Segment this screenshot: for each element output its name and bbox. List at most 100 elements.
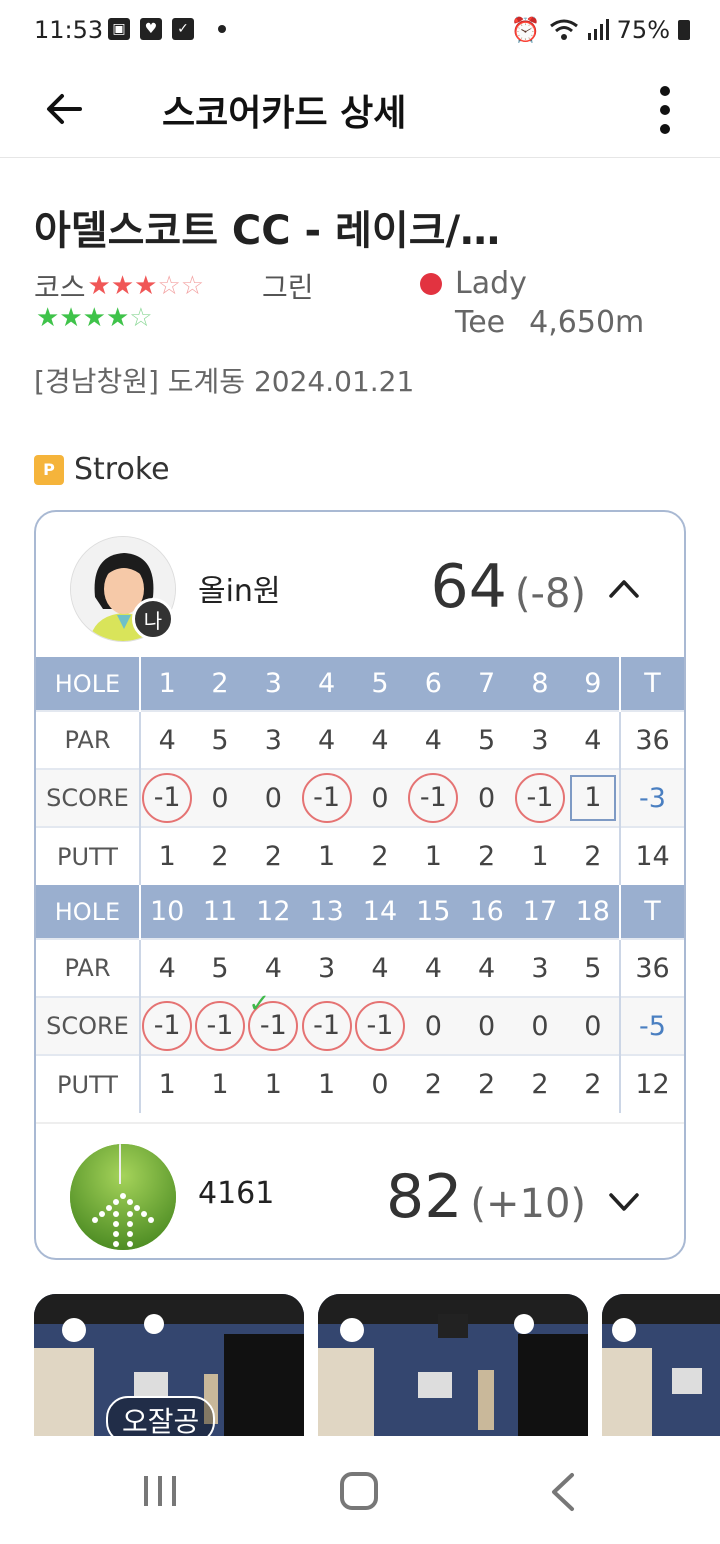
cell-putt: 2 — [193, 826, 247, 885]
cell-par: 4 — [140, 938, 194, 997]
cell-score: 0 — [566, 996, 620, 1055]
total-putt: 12 — [619, 1054, 684, 1113]
cell-score: 0 — [459, 996, 514, 1055]
scorecard-card: 나 올in원 64 (-8) HOLE 1 2 3 4 5 6 7 8 9 T PAR 4 5 3 4 4 4 5 3 4… — [34, 510, 686, 1260]
cell-putt: 0 — [353, 1054, 407, 1113]
cell-score: 0 — [353, 768, 407, 827]
cell-par: 4 — [406, 710, 460, 769]
score-value: -1 — [366, 1010, 394, 1041]
course-rating: 코스 ★ ★ ★ ☆ ☆ — [34, 266, 204, 306]
scorecard-row-hole: HOLE 1 2 3 4 5 6 7 8 9 T — [36, 657, 684, 711]
cell-par: 3 — [513, 938, 567, 997]
cell-score: -1 — [299, 996, 354, 1055]
row-label-score: SCORE — [36, 996, 141, 1055]
total-score: -3 — [619, 768, 684, 827]
cell-hole: 15 — [406, 885, 460, 939]
scorecard-row-score: SCORE -1 -1 -1 ✓ -1 -1 0 0 0 0 -5 — [36, 991, 684, 1055]
par-marker: 0 — [478, 1011, 495, 1042]
chevron-up-icon[interactable] — [608, 576, 640, 600]
cell-par: 5 — [566, 938, 620, 997]
total-par: 36 — [619, 710, 684, 769]
cell-score: 0 — [459, 768, 514, 827]
cell-score: -1 — [353, 996, 407, 1055]
recent-apps-icon[interactable] — [142, 1474, 178, 1508]
score-value: -1 — [206, 1010, 234, 1041]
cell-hole: 14 — [353, 885, 407, 939]
score-value: 0 — [478, 1010, 496, 1042]
row-label-putt: PUTT — [36, 826, 141, 885]
score-value: -1 — [153, 782, 181, 813]
golf-green-image — [70, 1144, 176, 1250]
row-label-par: PAR — [36, 710, 141, 769]
course-stars: ★ ★ ★ ☆ ☆ — [88, 271, 205, 301]
course-rating-label: 코스 — [34, 271, 86, 304]
cell-hole: 1 — [140, 657, 194, 711]
cell-score: 0 — [246, 768, 300, 827]
birdie-marker: -1 — [142, 1001, 193, 1051]
score-value: 0 — [371, 782, 389, 814]
tee-length: 4,650m — [529, 305, 645, 340]
status-right: ⏰ 75% — [511, 16, 690, 44]
cell-score: -1 — [406, 768, 460, 827]
cell-par: 3 — [246, 710, 300, 769]
birdie-marker: -1 — [194, 1001, 245, 1051]
cell-putt: 2 — [566, 826, 620, 885]
location-date: [경남창원] 도계동 2024.01.21 — [34, 365, 415, 398]
par-marker: 0 — [265, 783, 282, 814]
player-row-1[interactable]: 나 올in원 64 (-8) — [36, 512, 684, 658]
cell-putt: 1 — [246, 1054, 300, 1113]
birdie-marker: -1 — [514, 773, 565, 823]
photo-thumbnail[interactable]: 오잘공 — [34, 1294, 304, 1436]
birdie-marker: -1 — [142, 773, 193, 823]
heart-icon: ♥ — [140, 18, 162, 40]
status-bar: 11:53 ▣ ♥ ✓ ⏰ 75% — [0, 0, 720, 62]
total-score: -5 — [619, 996, 684, 1055]
cell-putt: 2 — [566, 1054, 620, 1113]
gallery-icon: ▣ — [108, 18, 130, 40]
score-value: -1 — [526, 782, 554, 813]
score-value: 0 — [584, 1010, 602, 1042]
star-filled-icon: ★ — [87, 271, 111, 301]
checkmark-icon: ✓ — [248, 989, 271, 1019]
more-menu-icon[interactable] — [650, 80, 680, 140]
battery-icon — [678, 20, 690, 40]
player-row-2[interactable]: 4161 82 (+10) — [36, 1122, 684, 1258]
cell-putt: 2 — [513, 1054, 567, 1113]
score-value: 0 — [478, 782, 496, 814]
star-filled-icon: ★ — [110, 271, 135, 301]
cell-hole: 5 — [353, 657, 407, 711]
photo-thumbnail[interactable] — [318, 1294, 588, 1436]
cell-hole: 3 — [246, 657, 300, 711]
screen-golf-photo — [602, 1294, 720, 1436]
birdie-marker: -1 ✓ — [248, 991, 299, 1051]
notification-icons: ▣ ♥ ✓ — [108, 18, 226, 40]
par-marker: 0 — [371, 783, 388, 814]
row-label-putt: PUTT — [36, 1054, 141, 1113]
cell-putt: 1 — [193, 1054, 247, 1113]
cell-hole: 16 — [459, 885, 514, 939]
cell-score: -1 ✓ — [246, 991, 300, 1055]
nav-back-icon[interactable] — [548, 1472, 578, 1512]
back-arrow-icon[interactable] — [40, 84, 90, 134]
photo-thumbnail[interactable] — [602, 1294, 720, 1436]
cell-score: -1 — [140, 996, 194, 1055]
cell-par: 4 — [299, 710, 354, 769]
scorecard-row-par: PAR 4 5 3 4 4 4 5 3 4 36 — [36, 710, 684, 769]
star-filled-icon: ★ — [82, 303, 106, 333]
total-hole: T — [619, 657, 684, 711]
player-total: 82 — [386, 1162, 463, 1232]
scorecard-row-putt: PUTT 1 2 2 1 2 1 2 1 2 14 — [36, 826, 684, 885]
home-icon[interactable] — [340, 1472, 378, 1510]
cell-hole: 8 — [513, 657, 567, 711]
player-score: 64 (-8) — [431, 552, 586, 622]
par-marker: 0 — [584, 1011, 601, 1042]
cell-par: 4 — [140, 710, 194, 769]
tee-info: Tee 4,650m — [455, 305, 644, 340]
photo-strip[interactable]: 오잘공 — [34, 1294, 720, 1436]
star-filled-icon: ★ — [59, 303, 83, 333]
par-marker: 0 — [478, 783, 495, 814]
player-score: 82 (+10) — [386, 1162, 586, 1232]
chevron-down-icon[interactable] — [608, 1190, 640, 1214]
battery-percent: 75% — [616, 16, 670, 44]
screen-golf-photo — [318, 1294, 588, 1436]
